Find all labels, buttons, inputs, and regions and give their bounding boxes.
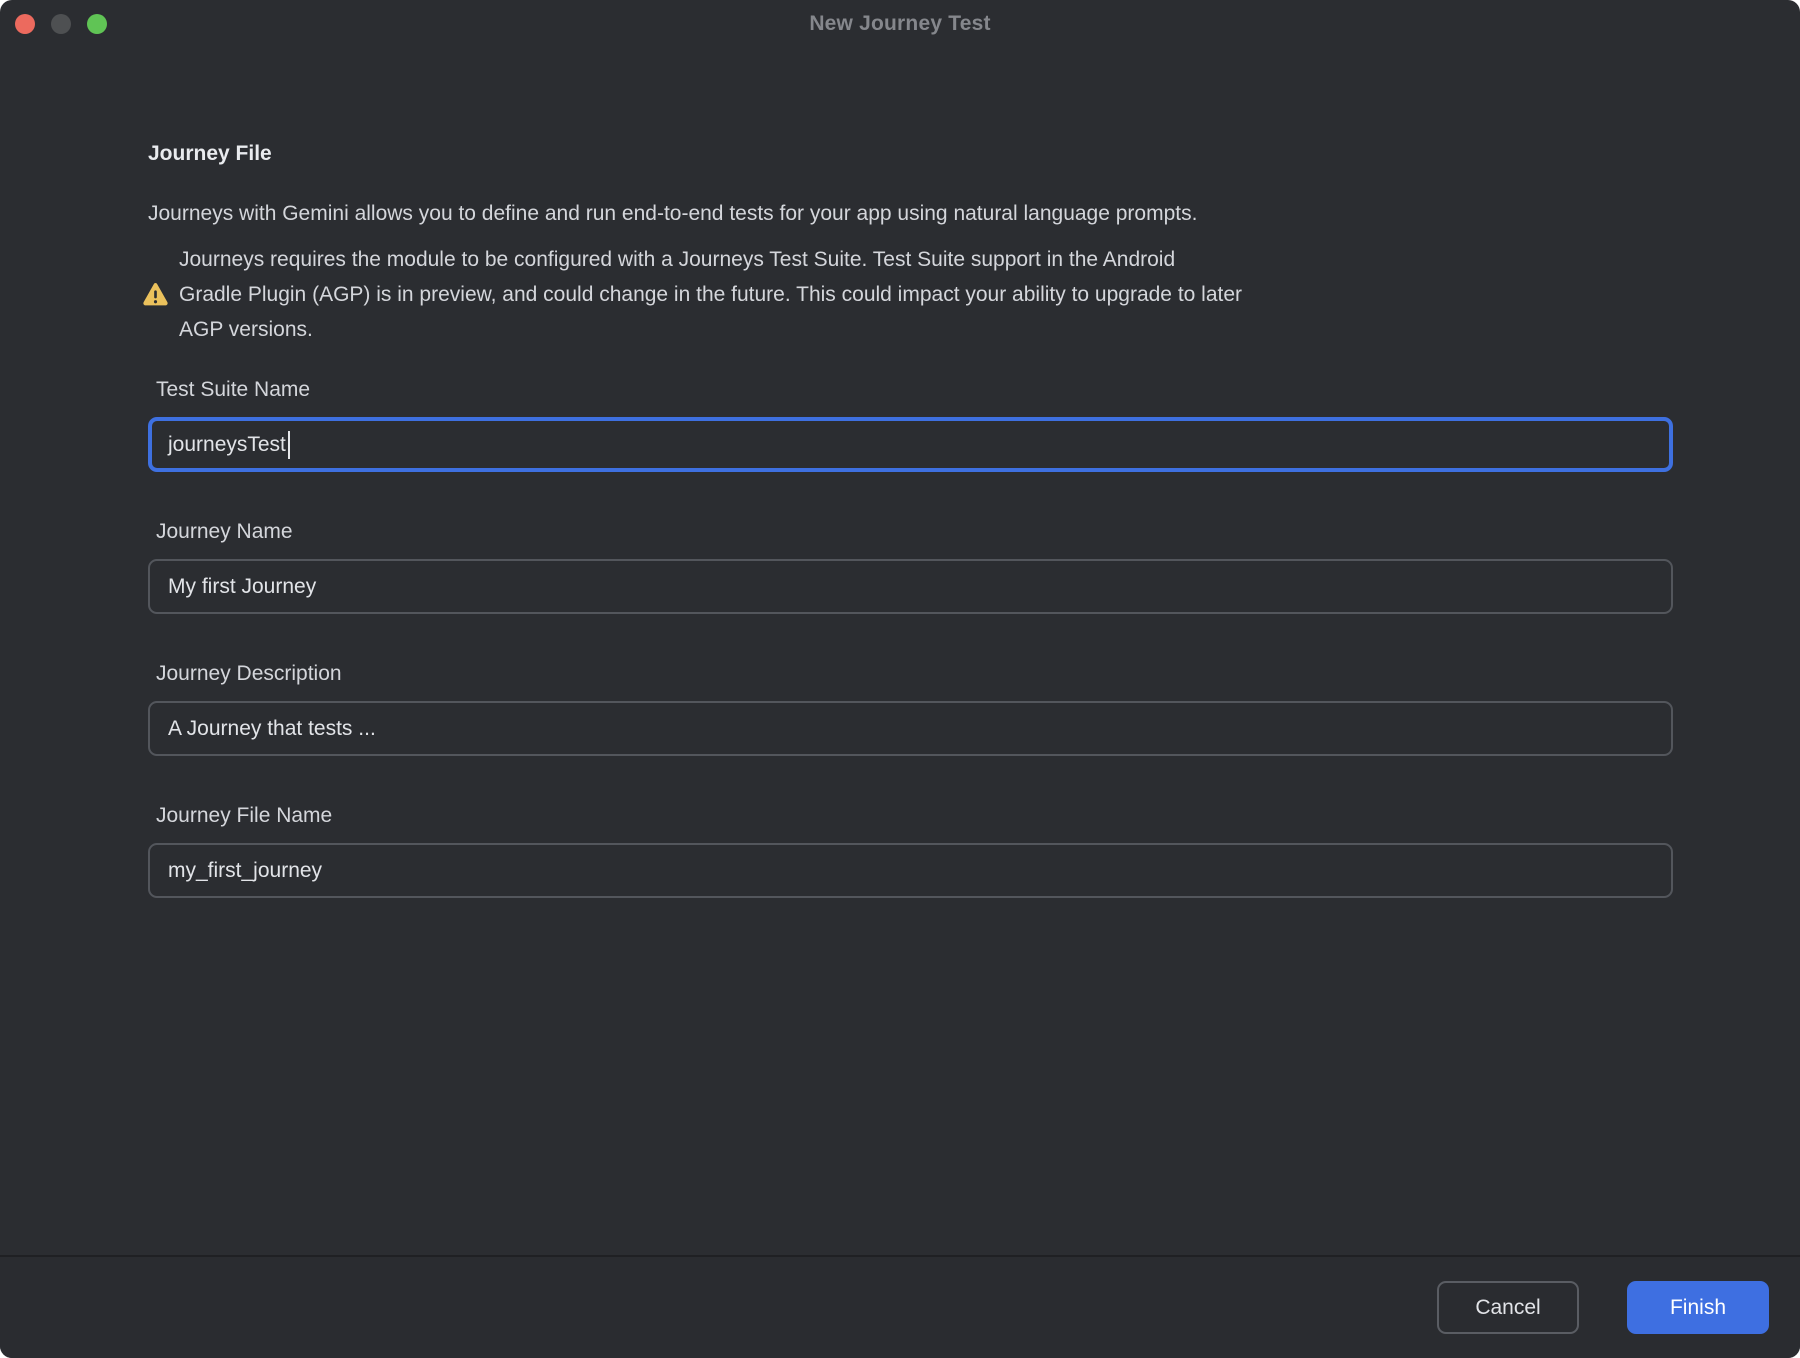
traffic-lights <box>15 0 107 48</box>
journey-description-label: Journey Description <box>156 661 1673 687</box>
field-journey-description: Journey Description A Journey that tests… <box>148 661 1673 756</box>
cancel-button[interactable]: Cancel <box>1437 1281 1579 1334</box>
test-suite-name-value: journeysTest <box>168 433 286 457</box>
field-journey-name: Journey Name My first Journey <box>148 519 1673 614</box>
minimize-icon <box>51 14 71 34</box>
journey-file-name-value: my_first_journey <box>168 859 322 883</box>
journey-file-name-label: Journey File Name <box>156 803 1673 829</box>
new-journey-test-dialog: New Journey Test Journey File Journeys w… <box>0 0 1800 1358</box>
journey-name-value: My first Journey <box>168 575 316 599</box>
close-icon[interactable] <box>15 14 35 34</box>
field-test-suite-name: Test Suite Name journeysTest <box>148 377 1673 472</box>
titlebar: New Journey Test <box>0 0 1800 48</box>
warning-line: AGP versions. <box>179 312 1242 347</box>
intro-text: Journeys with Gemini allows you to defin… <box>148 199 1673 229</box>
journey-description-value: A Journey that tests ... <box>168 717 376 741</box>
page-title: Journey File <box>148 142 1673 166</box>
dialog-footer: Cancel Finish <box>0 1255 1800 1358</box>
text-caret <box>288 431 290 459</box>
dialog-content: Journey File Journeys with Gemini allows… <box>0 142 1800 898</box>
journey-file-name-input[interactable]: my_first_journey <box>148 843 1673 898</box>
test-suite-name-input[interactable]: journeysTest <box>148 417 1673 472</box>
finish-button[interactable]: Finish <box>1627 1281 1769 1334</box>
zoom-icon[interactable] <box>87 14 107 34</box>
journey-description-input[interactable]: A Journey that tests ... <box>148 701 1673 756</box>
warning-line: Gradle Plugin (AGP) is in preview, and c… <box>179 277 1242 312</box>
warning-banner: Journeys requires the module to be confi… <box>141 242 1673 347</box>
window-title: New Journey Test <box>809 12 990 36</box>
warning-text: Journeys requires the module to be confi… <box>179 242 1242 347</box>
warning-triangle-icon <box>141 280 170 309</box>
journey-name-input[interactable]: My first Journey <box>148 559 1673 614</box>
test-suite-name-label: Test Suite Name <box>156 377 1673 403</box>
journey-name-label: Journey Name <box>156 519 1673 545</box>
warning-line: Journeys requires the module to be confi… <box>179 242 1242 277</box>
field-journey-file-name: Journey File Name my_first_journey <box>148 803 1673 898</box>
